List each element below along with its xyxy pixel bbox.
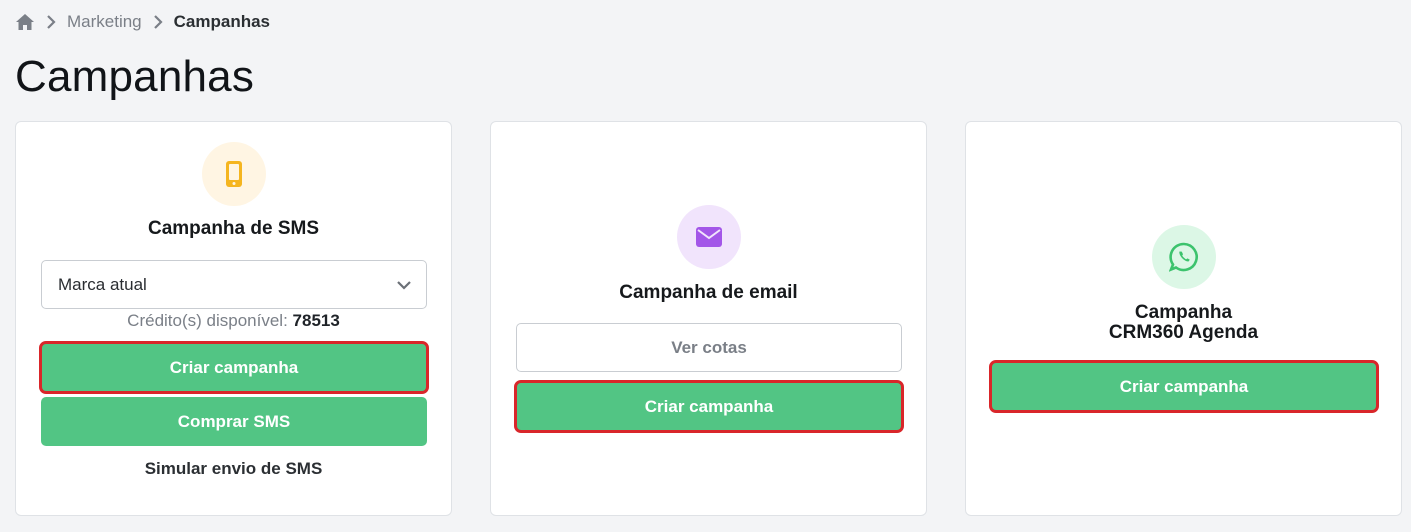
chevron-right-icon — [47, 15, 56, 29]
home-icon[interactable] — [15, 13, 35, 31]
whatsapp-icon-badge — [1151, 225, 1216, 289]
credits-label: Crédito(s) disponível: — [127, 311, 288, 330]
brand-select-value: Marca atual — [58, 274, 147, 294]
phone-icon — [225, 161, 242, 187]
sms-icon-badge — [201, 142, 266, 206]
sms-campaign-card: Campanha de SMS Marca atual Crédito(s) d… — [15, 121, 452, 516]
whatsapp-create-campaign-button[interactable]: Criar campanha — [989, 360, 1379, 413]
whatsapp-campaign-card: Campanha CRM360 Agenda Criar campanha — [965, 121, 1402, 516]
page-title: Campanhas — [15, 52, 255, 101]
simulate-sms-link[interactable]: Simular envio de SMS — [16, 459, 451, 479]
email-card-title: Campanha de email — [619, 282, 798, 303]
whatsapp-card-title: Campanha CRM360 Agenda — [966, 303, 1401, 343]
buy-sms-button[interactable]: Comprar SMS — [41, 397, 427, 446]
view-quotas-button[interactable]: Ver cotas — [516, 323, 902, 372]
breadcrumb: Marketing Campanhas — [15, 11, 270, 33]
brand-select[interactable]: Marca atual — [41, 260, 427, 309]
breadcrumb-campanhas: Campanhas — [173, 12, 271, 31]
whatsapp-card-title-line1: Campanha — [1134, 302, 1233, 323]
chevron-down-icon — [397, 281, 411, 290]
envelope-icon — [695, 227, 722, 247]
whatsapp-card-title-line2: CRM360 Agenda — [1108, 322, 1259, 343]
email-campaign-card: Campanha de email Ver cotas Criar campan… — [490, 121, 927, 516]
sms-card-title: Campanha de SMS — [147, 218, 320, 239]
credits-info: Crédito(s) disponível: 78513 — [16, 311, 451, 331]
breadcrumb-marketing[interactable]: Marketing — [67, 12, 142, 32]
email-icon-badge — [676, 205, 741, 269]
chevron-right-icon — [153, 15, 163, 29]
credits-value: 78513 — [292, 311, 340, 330]
sms-create-campaign-button[interactable]: Criar campanha — [39, 341, 429, 394]
email-create-campaign-button[interactable]: Criar campanha — [514, 380, 904, 433]
whatsapp-icon — [1168, 242, 1198, 272]
